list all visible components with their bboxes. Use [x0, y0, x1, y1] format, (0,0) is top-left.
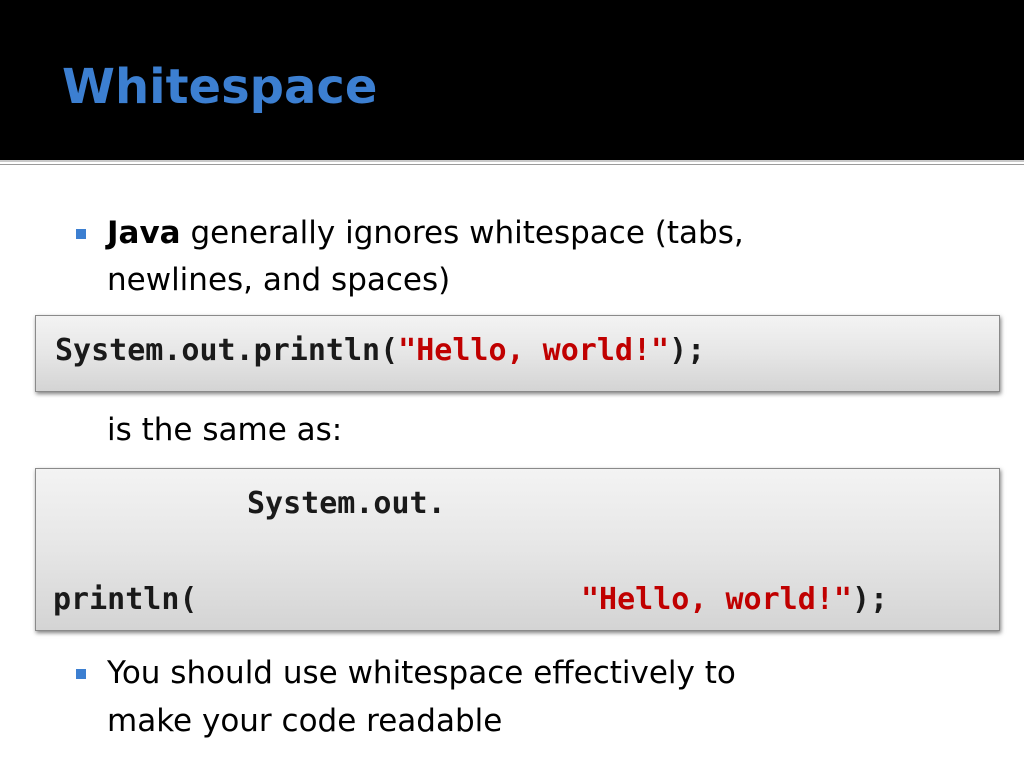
code-line-2-start: println( [53, 582, 198, 617]
bullet-1-line-1-rest: generally ignores whitespace (tabs, [180, 215, 744, 251]
bullet-1-bold-word: Java [107, 215, 181, 251]
slide-title: Whitespace [62, 59, 378, 115]
bullet-marker-icon [76, 229, 86, 239]
code-text: System.out.println( [55, 333, 399, 368]
code-block-1: System.out.println("Hello, world!"); [35, 315, 1000, 392]
code-string-literal: "Hello, world!" [398, 333, 670, 368]
title-divider [0, 160, 1024, 167]
bullet-2-line-1: You should use whitespace effectively to [107, 655, 736, 691]
bullet-2-line-2: make your code readable [107, 703, 503, 739]
same-as-text: is the same as: [107, 412, 343, 448]
code-text: ); [669, 333, 706, 368]
title-bar: Whitespace [0, 0, 1024, 158]
bullet-marker-icon [76, 669, 86, 679]
code-text: ); [851, 582, 889, 617]
slide-content: Java generally ignores whitespace (tabs,… [0, 167, 1024, 768]
bullet-1-line-2: newlines, and spaces) [107, 262, 451, 298]
code-block-2: System.out. println( "Hello, world!"); [35, 468, 1000, 631]
code-string-literal: "Hello, world!" [581, 582, 852, 617]
code-line-1: System.out. [247, 486, 446, 521]
bullet-1-line-1: Java generally ignores whitespace (tabs, [107, 211, 744, 256]
code-line: System.out.println("Hello, world!"); [55, 333, 705, 369]
code-line-2-end: "Hello, world!"); [581, 582, 888, 618]
